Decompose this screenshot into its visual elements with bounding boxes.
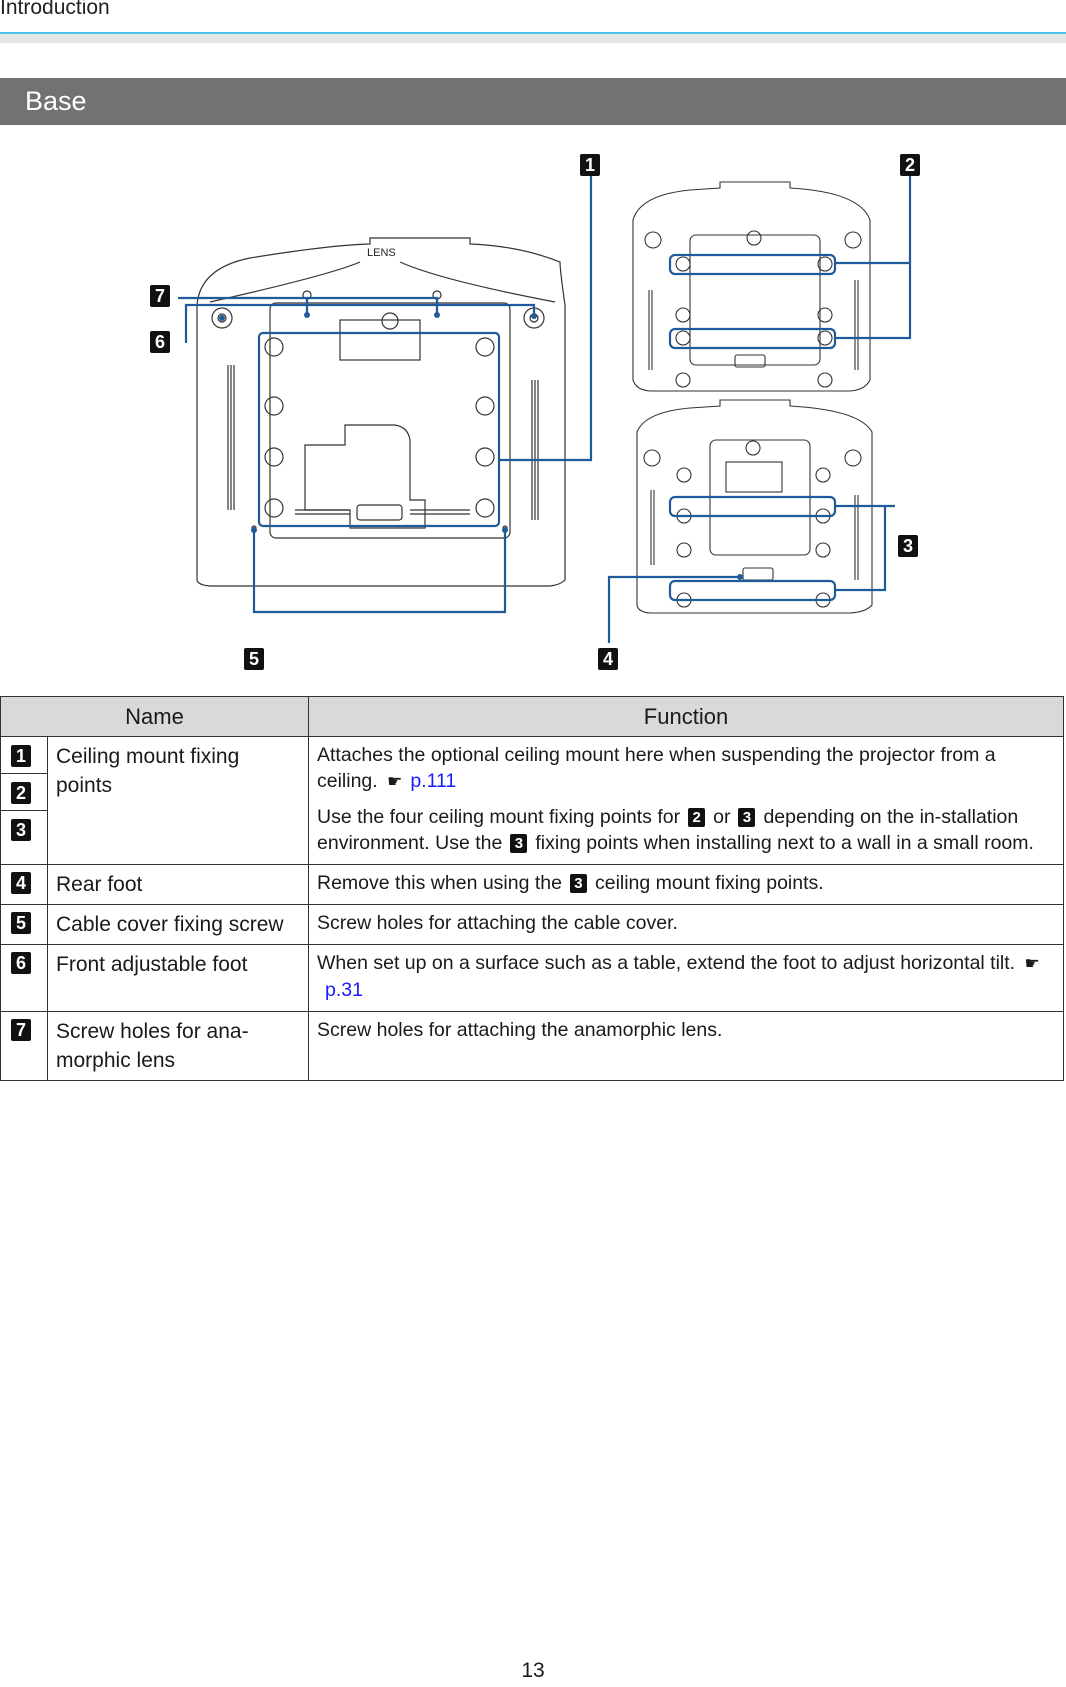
function-text: Remove this when using the — [317, 872, 562, 894]
projector-base-figure: LENS 1 2 3 4 5 6 7 — [0, 140, 1066, 680]
leader-line-3 — [835, 504, 895, 592]
inline-part-badge: 2 — [688, 808, 706, 827]
inline-part-badge: 3 — [510, 834, 528, 853]
callout-6: 6 — [150, 331, 170, 353]
page-reference-link[interactable]: p.31 — [325, 979, 363, 1001]
callout-7: 7 — [150, 285, 170, 307]
part-function: Remove this when using the 3 ceiling mount… — [308, 864, 1064, 905]
part-number-badge: 5 — [11, 912, 31, 934]
page-reference-link[interactable]: p.111 — [410, 770, 456, 792]
function-paragraph: Remove this when using the 3 ceiling mount… — [317, 870, 1055, 896]
part-number-badge: 7 — [11, 1019, 31, 1041]
part-name: Ceiling mount fixing points — [47, 736, 309, 865]
function-paragraph: Screw holes for attaching the anamorphic… — [317, 1019, 723, 1041]
part-number-cell: 4 — [0, 864, 48, 905]
table-row: 6 Front adjustable foot When set up on a… — [0, 944, 1064, 1012]
header-gray-rule — [0, 34, 1066, 43]
leader-line-6 — [184, 303, 536, 343]
callout-4: 4 — [598, 648, 618, 670]
lens-label: LENS — [367, 247, 396, 259]
part-number-cell: 7 — [0, 1011, 48, 1081]
leader-line-4 — [607, 575, 740, 643]
highlight-region-1 — [257, 331, 501, 528]
highlight-region-2a — [668, 253, 837, 276]
function-text: Use the four ceiling mount fixing points… — [317, 806, 681, 828]
leader-line-5 — [252, 530, 507, 614]
table-row: 4 Rear foot Remove this when using the 3 c… — [0, 864, 1064, 905]
function-paragraph: When set up on a surface such as a table… — [317, 950, 1055, 1003]
part-function: Attaches the optional ceiling mount here… — [308, 736, 1064, 865]
column-header-function: Function — [308, 696, 1064, 737]
leader-line-1 — [499, 173, 593, 462]
callout-1: 1 — [580, 154, 600, 176]
large-projector-bottom-view — [196, 237, 566, 587]
leader-line-2 — [835, 173, 912, 340]
part-name: Cable cover fixing screw — [47, 904, 309, 945]
section-title: Base — [25, 86, 87, 116]
inline-part-badge: 3 — [569, 874, 587, 893]
function-paragraph: Attaches the optional ceiling mount here… — [317, 742, 1055, 795]
pointing-hand-icon: ☛ — [387, 772, 403, 791]
callout-lines — [178, 173, 912, 643]
table-row: 7 Screw holes for ana-morphic lens Screw… — [0, 1011, 1064, 1081]
function-text: ceiling mount fixing points. — [594, 872, 824, 894]
part-number-cell: 1 2 3 — [0, 736, 48, 865]
part-name: Screw holes for ana-morphic lens — [47, 1011, 309, 1081]
function-paragraph: Use the four ceiling mount fixing points… — [317, 804, 1055, 856]
callout-3: 3 — [898, 535, 918, 557]
running-header-title: Introduction — [0, 0, 110, 19]
part-number-badge: 4 — [11, 872, 31, 894]
column-header-name: Name — [0, 696, 309, 737]
part-name: Rear foot — [47, 864, 309, 905]
table-header-row: Name Function — [0, 696, 1064, 737]
part-name: Front adjustable foot — [47, 944, 309, 1012]
part-number-badge: 1 — [11, 745, 31, 767]
inline-part-badge: 3 — [738, 808, 756, 827]
table-row: 1 2 3 Ceiling mount fixing points Attach… — [0, 736, 1064, 865]
part-function: Screw holes for attaching the cable cove… — [308, 904, 1064, 945]
highlight-region-3b — [668, 579, 837, 602]
parts-table: Name Function 1 2 3 Ceiling mount fixing… — [0, 696, 1064, 1081]
page-number: 13 — [521, 1659, 545, 1682]
section-title-bar: Base — [0, 78, 1066, 125]
pointing-hand-icon: ☛ — [1024, 954, 1040, 973]
part-function: Screw holes for attaching the anamorphic… — [308, 1011, 1064, 1081]
highlight-region-2b — [668, 327, 837, 350]
function-text: fixing points when installing next to a … — [535, 832, 1034, 854]
part-number-badge: 6 — [11, 952, 31, 974]
part-number-badge: 3 — [11, 819, 31, 841]
part-number-cell: 5 — [0, 904, 48, 945]
callout-2: 2 — [900, 154, 920, 176]
projector-base-diagram — [178, 173, 912, 643]
function-paragraph: Screw holes for attaching the cable cove… — [317, 912, 678, 934]
callout-5: 5 — [244, 648, 264, 670]
part-number-badge: 2 — [11, 782, 31, 804]
function-text: When set up on a surface such as a table… — [317, 952, 1016, 974]
part-function: When set up on a surface such as a table… — [308, 944, 1064, 1012]
function-text: or — [713, 806, 731, 828]
ceiling-mount-holes-large — [264, 337, 495, 518]
upright-projector-view-2 — [632, 181, 871, 392]
table-row: 5 Cable cover fixing screw Screw holes f… — [0, 904, 1064, 945]
part-number-cell: 6 — [0, 944, 48, 1012]
